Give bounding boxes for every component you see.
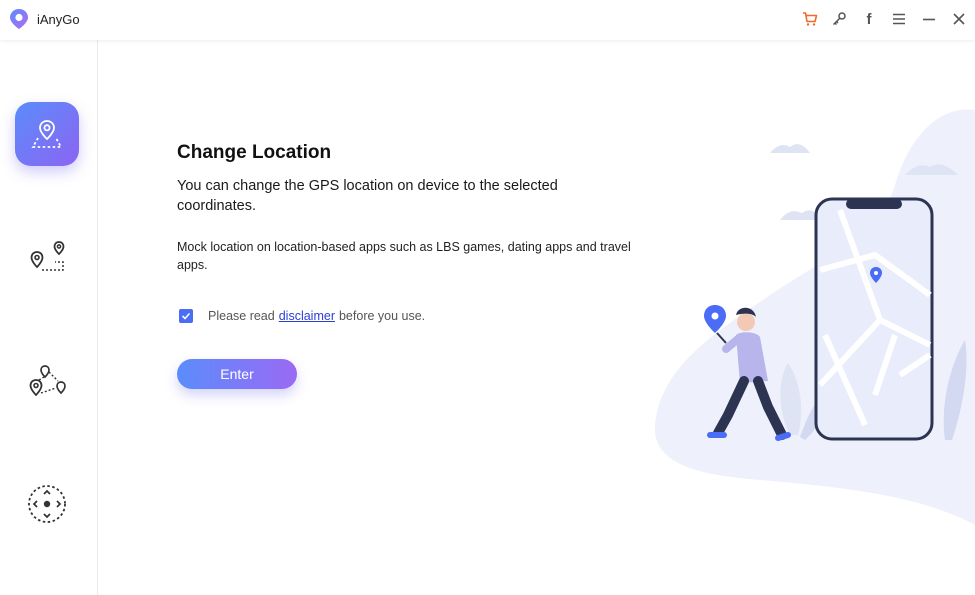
key-icon[interactable]: [830, 10, 848, 28]
disclaimer-link[interactable]: disclaimer: [279, 309, 335, 323]
map-pin-icon: [31, 120, 63, 148]
description: You can change the GPS location on devic…: [177, 178, 558, 214]
menu-icon[interactable]: [890, 10, 908, 28]
checkmark-icon: [181, 312, 191, 320]
app-title: iAnyGo: [37, 12, 80, 27]
sidebar-item-change-location[interactable]: [15, 102, 79, 166]
sub-description: Mock location on location-based apps suc…: [177, 240, 631, 272]
enter-button[interactable]: Enter: [177, 359, 297, 389]
cart-icon[interactable]: [801, 10, 819, 28]
close-icon[interactable]: [950, 10, 968, 28]
sidebar-item-multi-spot[interactable]: [15, 348, 79, 412]
agreement-prefix: Please read: [208, 309, 275, 323]
facebook-icon[interactable]: f: [860, 10, 878, 28]
sidebar-item-two-spot[interactable]: [15, 226, 79, 290]
title-bar: iAnyGo f: [0, 0, 975, 40]
location-illustration: [654, 109, 975, 526]
page-title: Change Location: [177, 142, 332, 163]
multi-pins-route-icon: [29, 365, 66, 397]
sidebar-item-joystick[interactable]: [15, 472, 79, 536]
agreement-row: Please read disclaimer before you use.: [179, 309, 425, 323]
two-pins-route-icon: [30, 241, 65, 271]
agreement-checkbox[interactable]: [179, 309, 193, 323]
sidebar: [0, 40, 98, 595]
joystick-icon: [28, 485, 66, 523]
agreement-suffix: before you use.: [338, 309, 426, 323]
app-logo-icon: [10, 9, 28, 29]
minimize-icon[interactable]: [920, 10, 938, 28]
